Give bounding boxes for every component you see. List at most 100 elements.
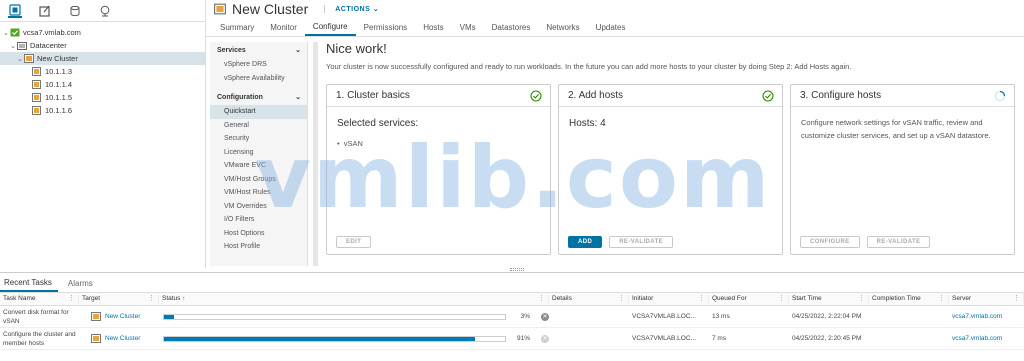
tree-item-host[interactable]: 10.1.1.3	[0, 65, 205, 78]
target-link[interactable]: New Cluster	[105, 312, 140, 321]
column-header-initiator[interactable]: Initiator ⋮	[629, 293, 709, 305]
column-header-completion-time[interactable]: Completion Time ⋮	[869, 293, 949, 305]
datacenter-icon	[17, 42, 27, 50]
task-status: 3% ✕	[159, 306, 549, 327]
tab-alarms[interactable]: Alarms	[64, 279, 99, 292]
tab-permissions[interactable]: Permissions	[356, 23, 416, 36]
sidebar-scrollbar[interactable]	[313, 42, 318, 266]
tab-datastores[interactable]: Datastores	[484, 23, 539, 36]
task-details	[549, 306, 629, 327]
configuration-section-header[interactable]: Configuration ⌄	[210, 89, 307, 105]
column-menu-icon[interactable]: ⋮	[148, 293, 155, 305]
cluster-icon	[24, 54, 34, 63]
column-header-details[interactable]: Details ⋮	[549, 293, 629, 305]
sidebar-item-vm-host-groups[interactable]: VM/Host Groups	[210, 173, 307, 187]
inventory-tree: ⌄ vcsa7.vmlab.com ⌄ Datacenter ⌄ New Clu…	[0, 22, 205, 117]
column-menu-icon[interactable]: ⋮	[618, 293, 625, 305]
vms-templates-icon[interactable]	[38, 4, 52, 18]
tree-item-datacenter[interactable]: ⌄ Datacenter	[0, 39, 205, 52]
tab-monitor[interactable]: Monitor	[262, 23, 305, 36]
column-header-task-name[interactable]: Task Name ⋮	[0, 293, 79, 305]
revalidate-button[interactable]: RE-VALIDATE	[609, 236, 674, 248]
task-name: Convert disk format for vSAN	[3, 308, 69, 325]
sidebar-item-vsphere-availability[interactable]: vSphere Availability	[210, 72, 307, 86]
tab-summary[interactable]: Summary	[212, 23, 262, 36]
hosts-clusters-icon[interactable]	[8, 3, 22, 18]
tree-item-host[interactable]: 10.1.1.4	[0, 78, 205, 91]
check-circle-icon	[762, 89, 774, 102]
panel-resize-handle[interactable]	[510, 268, 524, 271]
column-menu-icon[interactable]: ⋮	[538, 293, 545, 305]
sidebar-item-security[interactable]: Security	[210, 132, 307, 146]
tree-item-label: 10.1.1.4	[45, 80, 73, 89]
progress-fill	[164, 336, 475, 341]
tab-networks[interactable]: Networks	[538, 23, 587, 36]
configure-button[interactable]: CONFIGURE	[800, 236, 860, 248]
networking-icon[interactable]	[98, 4, 112, 18]
sidebar-item-host-profile[interactable]: Host Profile	[210, 240, 307, 254]
configure-hosts-card: 3. Configure hosts Configure network set…	[790, 84, 1015, 255]
sidebar-item-quickstart[interactable]: Quickstart	[210, 105, 307, 119]
task-status: 91% ✕	[159, 328, 549, 349]
tab-configure[interactable]: Configure	[304, 22, 356, 36]
storage-icon[interactable]	[68, 4, 82, 18]
tab-hosts[interactable]: Hosts	[415, 23, 451, 36]
section-title: Services	[217, 46, 246, 54]
sidebar-item-vmware-evc[interactable]: VMware EVC	[210, 159, 307, 173]
revalidate-button[interactable]: RE-VALIDATE	[866, 236, 931, 248]
column-menu-icon[interactable]: ⋮	[1013, 293, 1020, 305]
object-header: New Cluster ACTIONS ⌄ Summary Monitor Co…	[206, 0, 1024, 37]
tree-item-host[interactable]: 10.1.1.5	[0, 91, 205, 104]
column-menu-icon[interactable]: ⋮	[858, 293, 865, 305]
tab-vms[interactable]: VMs	[452, 23, 484, 36]
sidebar-item-host-options[interactable]: Host Options	[210, 227, 307, 241]
task-target[interactable]: New Cluster	[79, 328, 159, 349]
tab-recent-tasks[interactable]: Recent Tasks	[0, 278, 58, 292]
actions-menu-button[interactable]: ACTIONS ⌄	[324, 5, 379, 13]
task-server[interactable]: vcsa7.vmlab.com	[949, 306, 1024, 327]
column-menu-icon[interactable]: ⋮	[938, 293, 945, 305]
cancel-task-icon[interactable]: ✕	[541, 334, 549, 343]
column-menu-icon[interactable]: ⋮	[778, 293, 785, 305]
tasks-table: Task Name ⋮ Target ⋮ Status ↑ ⋮ Details ⋮ In…	[0, 293, 1024, 350]
tree-item-vcenter[interactable]: ⌄ vcsa7.vmlab.com	[0, 26, 205, 39]
section-title: Configuration	[217, 93, 263, 101]
sidebar-item-vm-host-rules[interactable]: VM/Host Rules	[210, 186, 307, 200]
edit-button[interactable]: EDIT	[336, 236, 372, 248]
task-target[interactable]: New Cluster	[79, 306, 159, 327]
table-row[interactable]: Convert disk format for vSAN New Cluster…	[0, 306, 1024, 328]
sidebar-item-licensing[interactable]: Licensing	[210, 146, 307, 160]
navigator-toolbar	[0, 0, 205, 22]
column-header-target[interactable]: Target ⋮	[79, 293, 159, 305]
progress-fill	[164, 314, 175, 319]
column-menu-icon[interactable]: ⋮	[68, 293, 75, 305]
column-header-queued-for[interactable]: Queued For ⋮	[709, 293, 789, 305]
host-warning-icon	[32, 67, 41, 76]
card-title: 3. Configure hosts	[800, 90, 882, 101]
tab-updates[interactable]: Updates	[588, 23, 634, 36]
task-server[interactable]: vcsa7.vmlab.com	[949, 328, 1024, 349]
add-button[interactable]: ADD	[568, 236, 603, 248]
tree-item-host[interactable]: 10.1.1.6	[0, 104, 205, 117]
chevron-down-icon[interactable]: ⌄	[16, 55, 24, 63]
tree-item-cluster[interactable]: ⌄ New Cluster	[0, 52, 205, 65]
sidebar-item-general[interactable]: General	[210, 119, 307, 133]
sidebar-item-vm-overrides[interactable]: VM Overrides	[210, 200, 307, 214]
column-header-status[interactable]: Status ↑ ⋮	[159, 293, 549, 305]
host-warning-icon	[32, 106, 41, 115]
services-section-header[interactable]: Services ⌄	[210, 42, 307, 58]
chevron-down-icon[interactable]: ⌄	[2, 29, 10, 37]
sidebar-item-io-filters[interactable]: I/O Filters	[210, 213, 307, 227]
chevron-down-icon[interactable]: ⌄	[9, 42, 17, 50]
table-row[interactable]: Configure the cluster and member hosts N…	[0, 328, 1024, 350]
column-menu-icon[interactable]: ⋮	[698, 293, 705, 305]
column-header-server[interactable]: Server ⋮	[949, 293, 1024, 305]
column-header-start-time[interactable]: Start Time ⋮	[789, 293, 869, 305]
target-link[interactable]: New Cluster	[105, 334, 140, 343]
cancel-task-icon[interactable]: ✕	[541, 312, 549, 321]
cluster-icon	[91, 334, 101, 343]
sidebar-item-vsphere-drs[interactable]: vSphere DRS	[210, 58, 307, 72]
task-name: Configure the cluster and member hosts	[3, 330, 76, 347]
tree-item-label: Datacenter	[30, 41, 67, 50]
tree-item-label: New Cluster	[37, 54, 78, 63]
